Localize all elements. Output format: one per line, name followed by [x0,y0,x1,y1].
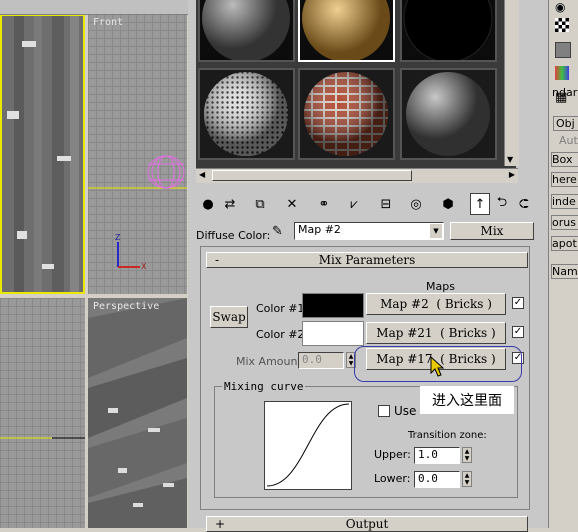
black-sphere-icon [403,0,493,63]
color2-label: Color #2 [256,328,305,341]
annotation-text: 进入这里面 [432,393,502,409]
use-curve-checkbox[interactable] [378,405,390,417]
axis-tripod-icon [117,242,140,268]
mix-parameters-header[interactable]: - Mix Parameters [206,252,528,268]
torus-wireframe [147,155,185,189]
use-curve-label: Use [394,404,417,418]
sample-slot-3[interactable] [400,0,497,63]
color1-label: Color #1 [256,302,305,315]
axis-x-label: X [141,262,147,271]
material-editor-icon[interactable]: ◉ [555,0,571,14]
make-unique-icon[interactable]: ⚭ [314,193,334,215]
sample-slot-5[interactable] [298,68,395,160]
material-effects-icon[interactable]: ⊟ [376,193,396,215]
mixing-curve-graph [264,401,352,490]
go-to-parent-icon[interactable]: ↑ [470,193,490,215]
expand-icon: + [215,517,226,531]
command-panel: ◉ ▦ ndar Obj Aut Box here inde orus apot… [548,0,578,528]
right-panel-item-1[interactable]: ndar [552,86,578,99]
front-viewport-geometry [88,155,187,268]
lower-field[interactable]: 0.0 [414,471,460,488]
color1-swatch[interactable] [302,293,364,318]
color2-map-button[interactable]: Map #21 ( Bricks ) [366,322,506,344]
color1-map-button[interactable]: Map #2 ( Bricks ) [366,293,506,315]
top-toolbar-strip [0,0,188,15]
left-viewport-lines [0,437,85,439]
rollout-title: Mix Parameters [318,253,416,267]
sample-slot-4[interactable] [198,68,295,160]
diffuse-color-label: Diffuse Color: [196,229,271,242]
sample-slot-6[interactable] [400,68,497,160]
scroll-left-icon[interactable]: ◀ [199,170,205,179]
background-icon[interactable] [555,42,571,58]
annotation-box: 进入这里面 [420,386,514,414]
map-type-button[interactable]: Mix [450,222,534,240]
get-material-icon[interactable]: ● [198,193,218,215]
right-panel-item-7[interactable]: orus [551,215,578,230]
mix-amount-label: Mix Amount: [236,355,306,368]
wood-sphere-icon [302,0,390,62]
output-title: Output [345,517,389,531]
right-panel-item-8[interactable]: apot [551,236,578,251]
top-viewport-geometry [2,16,83,292]
put-to-library-icon[interactable]: ⩗ [344,193,364,215]
eyedropper-icon[interactable]: ✎ [272,224,283,239]
mixing-curve-label: Mixing curve [222,380,306,393]
lower-label: Lower: [374,472,411,485]
map-name-dropdown[interactable]: Map #2 ▼ [294,222,444,240]
color2-map-checkbox[interactable]: ✓ [512,326,524,338]
perspective-viewport[interactable]: Perspective [88,298,187,528]
right-panel-item-2[interactable]: Obj [553,116,578,131]
color-check-icon[interactable] [555,66,569,80]
checker-icon[interactable] [555,18,569,32]
collapse-icon: - [215,253,220,267]
put-to-scene-icon[interactable]: ⇄ [220,193,240,215]
perspective-geometry [88,298,187,528]
axis-z-label: Z [115,233,121,242]
go-forward-icon[interactable]: ⮌ [492,193,512,215]
gray-sphere-icon [406,72,490,156]
swap-button[interactable]: Swap [210,306,248,328]
right-panel-item-6[interactable]: inde [551,194,578,209]
scroll-right-icon[interactable]: ▶ [509,170,515,179]
output-rollout-header[interactable]: + Output [206,516,528,532]
sample-slot-1[interactable] [198,0,295,62]
curve-line [266,403,350,487]
dotted-sphere-icon [204,72,288,156]
map-name-value: Map #2 [298,223,341,236]
front-viewport[interactable]: Front Z X [88,14,187,294]
upper-label: Upper: [374,448,411,461]
slots-vertical-scrollbar[interactable]: ▼ [504,0,519,166]
scroll-thumb[interactable] [212,170,412,181]
right-panel-item-5[interactable]: here [551,172,578,187]
lower-spinner[interactable]: ▲ ▼ [462,471,472,487]
sample-slot-2[interactable] [298,0,395,62]
right-panel-item-3: Aut [559,134,578,147]
reset-map-icon[interactable]: ✕ [282,193,302,215]
upper-spinner[interactable]: ▲ ▼ [462,447,472,463]
material-editor: ▼ ◀ ▶ ● ⇄ ⧉ ✕ ⚭ ⩗ ⊟ ◎ ⬢ ↑ ⮌ ⮈ Diffuse Co… [188,0,548,532]
right-panel-item-4[interactable]: Box [551,152,578,167]
color1-map-checkbox[interactable]: ✓ [512,297,524,309]
show-map-icon[interactable]: ◎ [406,193,426,215]
transition-zone-label: Transition zone: [408,430,487,441]
stone-sphere-icon [202,0,290,62]
pick-material-icon[interactable]: ⮈ [514,193,534,215]
mix-amount-field[interactable]: 0.0 [298,352,344,369]
assign-material-icon[interactable]: ⧉ [250,193,270,215]
chevron-down-icon[interactable]: ▼ [430,224,442,238]
left-viewport[interactable] [0,298,85,528]
right-panel-item-9: Name [551,264,578,279]
brick-sphere-icon [304,72,388,156]
top-viewport[interactable] [0,14,85,294]
slots-horizontal-scrollbar[interactable]: ◀ ▶ [196,168,518,183]
mouse-cursor-icon [430,356,445,377]
upper-field[interactable]: 1.0 [414,447,460,464]
perspective-viewport-label: Perspective [93,301,160,312]
maps-header: Maps [426,280,455,293]
scroll-down-icon[interactable]: ▼ [507,155,513,164]
show-end-result-icon[interactable]: ⬢ [438,193,458,215]
color2-swatch[interactable] [302,321,364,346]
